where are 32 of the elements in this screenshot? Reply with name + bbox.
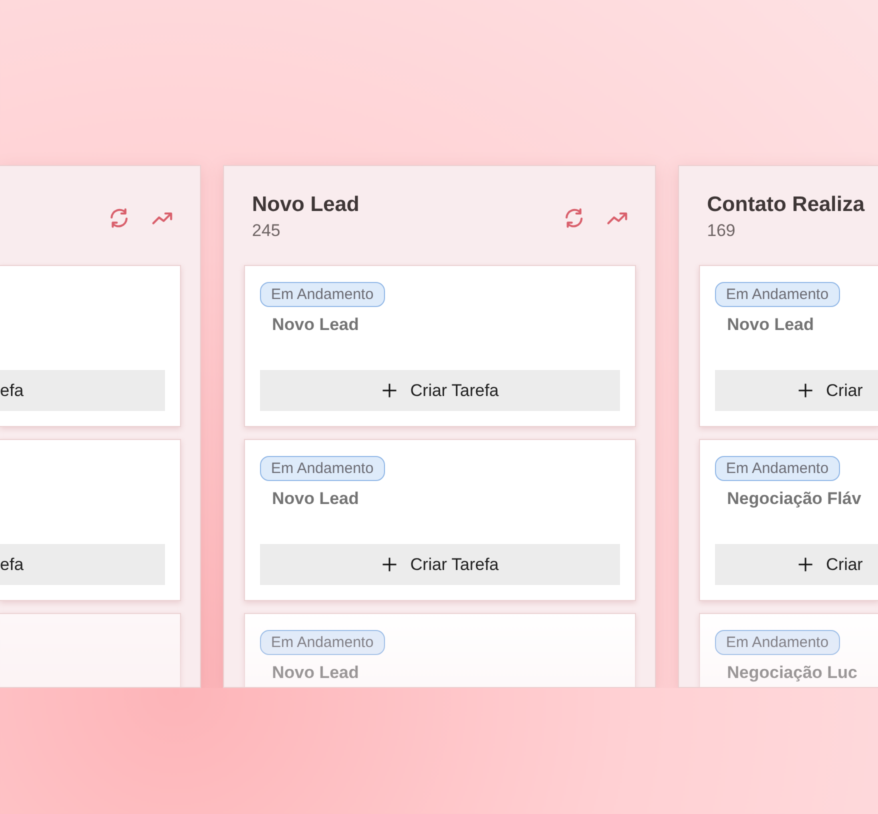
column-count: 169: [707, 220, 736, 242]
create-task-button[interactable]: Criar: [715, 544, 878, 585]
lead-card[interactable]: efa: [0, 265, 181, 427]
create-task-button[interactable]: efa: [0, 544, 165, 585]
plus-icon: [381, 556, 398, 573]
lead-card[interactable]: Em Andamento Novo Lead Criar Tarefa: [244, 439, 636, 601]
plus-icon: [381, 382, 398, 399]
lead-card[interactable]: Em Andamento Novo Lead Criar: [699, 265, 878, 427]
card-title: Novo Lead: [272, 489, 359, 510]
card-title: Negociação Fláv: [727, 489, 862, 510]
card-title: Novo Lead: [727, 315, 814, 336]
status-tag: Em Andamento: [260, 630, 385, 655]
status-tag: Em Andamento: [715, 282, 840, 307]
create-task-button[interactable]: Criar Tarefa: [260, 370, 620, 411]
status-tag: Em Andamento: [260, 282, 385, 307]
status-tag: Em Andamento: [715, 630, 840, 655]
card-title: Novo Lead: [272, 663, 359, 684]
create-task-button[interactable]: efa: [0, 370, 165, 411]
lead-card[interactable]: Em Andamento Negociação Fláv Criar: [699, 439, 878, 601]
status-tag: Em Andamento: [715, 456, 840, 481]
column-count: 245: [252, 220, 282, 242]
card-title: Novo Lead: [272, 315, 359, 336]
column-title: Contato Realiza: [707, 192, 865, 218]
card-title: Negociação Luc: [727, 663, 858, 684]
plus-icon: [797, 556, 814, 573]
lead-card[interactable]: Em Andamento Novo Lead Criar Tarefa: [244, 265, 636, 427]
create-task-button[interactable]: Criar: [715, 370, 878, 411]
plus-icon: [797, 382, 814, 399]
status-tag: Em Andamento: [260, 456, 385, 481]
column-title: Novo Lead: [252, 192, 360, 218]
create-task-button[interactable]: Criar Tarefa: [260, 544, 620, 585]
lead-card[interactable]: efa: [0, 439, 181, 601]
